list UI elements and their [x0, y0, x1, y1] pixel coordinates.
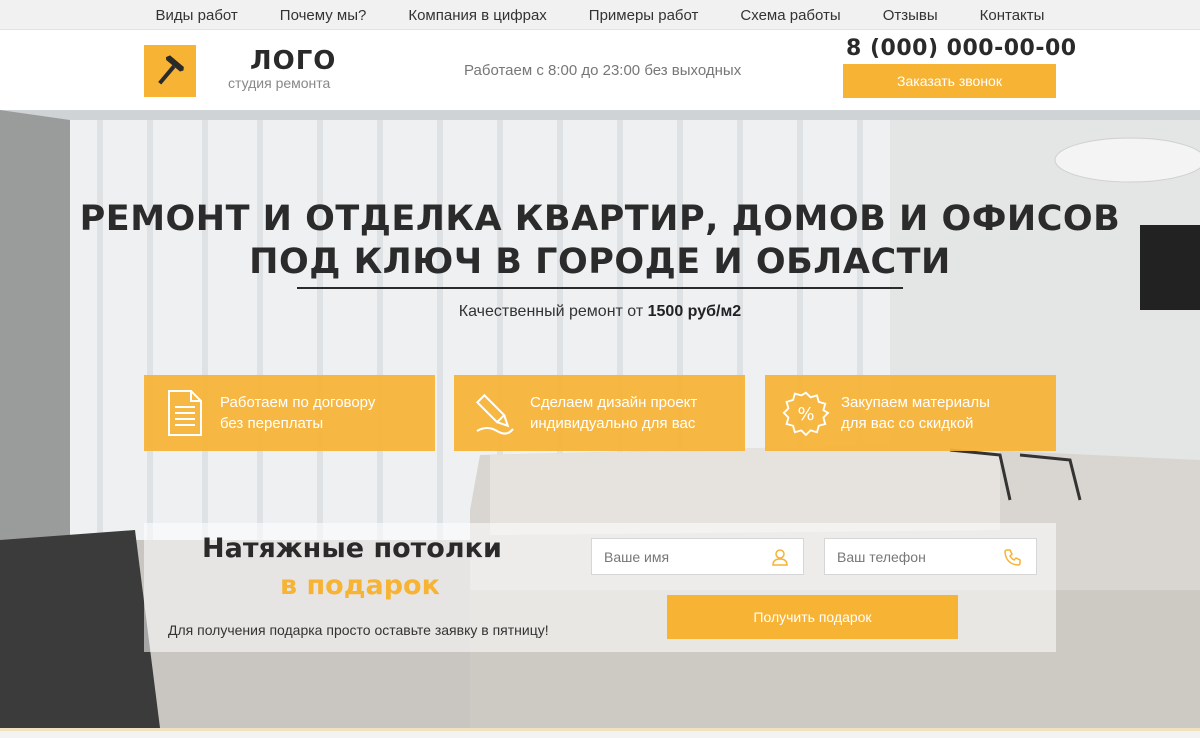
logo-title: ЛОГО [250, 46, 337, 76]
user-icon [762, 548, 798, 566]
hero-title-line2: ПОД КЛЮЧ В ГОРОДЕ И ОБЛАСТИ [249, 242, 951, 282]
phone-icon [995, 548, 1031, 566]
feature-text: Сделаем дизайн проект индивидуально для … [530, 392, 697, 434]
feature-line1: Работаем по договору [220, 394, 376, 411]
hero-divider [297, 287, 903, 289]
gift-note: Для получения подарка просто оставьте за… [168, 622, 549, 638]
feature-line2: без переплаты [220, 415, 324, 432]
hero-title: РЕМОНТ И ОТДЕЛКА КВАРТИР, ДОМОВ И ОФИСОВ… [0, 198, 1200, 284]
name-input[interactable] [592, 548, 762, 565]
logo-badge[interactable] [144, 45, 196, 97]
nav-item-portfolio[interactable]: Примеры работ [568, 7, 720, 24]
feature-card-contract: Работаем по договору без переплаты [144, 375, 435, 451]
name-field[interactable] [591, 538, 804, 575]
hero-title-line1: РЕМОНТ И ОТДЕЛКА КВАРТИР, ДОМОВ И ОФИСОВ [79, 199, 1121, 239]
feature-line1: Сделаем дизайн проект [530, 394, 698, 411]
feature-line2: для вас со скидкой [841, 415, 974, 432]
order-call-button[interactable]: Заказать звонок [843, 64, 1056, 98]
hero-subtitle-prefix: Качественный ремонт от [458, 303, 648, 320]
pen-icon [460, 375, 530, 451]
nav-item-contacts[interactable]: Контакты [959, 7, 1066, 24]
hero-subtitle: Качественный ремонт от 1500 руб/м2 [0, 303, 1200, 321]
nav-item-work-types[interactable]: Виды работ [135, 7, 259, 24]
feature-card-materials: % Закупаем материалы для вас со скидкой [765, 375, 1056, 451]
feature-line1: Закупаем материалы [841, 394, 990, 411]
nav-item-reviews[interactable]: Отзывы [862, 7, 959, 24]
feature-text: Работаем по договору без переплаты [220, 392, 375, 434]
top-nav: Виды работ Почему мы? Компания в цифрах … [0, 0, 1200, 30]
hero-subtitle-price: 1500 руб/м2 [647, 303, 742, 320]
percent-badge-icon: % [771, 375, 841, 451]
bottom-border [0, 728, 1200, 738]
hero-section: РЕМОНТ И ОТДЕЛКА КВАРТИР, ДОМОВ И ОФИСОВ… [0, 110, 1200, 728]
hammer-icon [158, 55, 184, 85]
phone-field[interactable] [824, 538, 1037, 575]
nav-item-why-us[interactable]: Почему мы? [259, 7, 388, 24]
feature-text: Закупаем материалы для вас со скидкой [841, 392, 990, 434]
working-hours: Работаем с 8:00 до 23:00 без выходных [464, 62, 742, 79]
site-header: ЛОГО студия ремонта Работаем с 8:00 до 2… [0, 30, 1200, 110]
phone-number[interactable]: 8 (000) 000-00-00 [846, 36, 1077, 61]
feature-card-design: Сделаем дизайн проект индивидуально для … [454, 375, 745, 451]
nav-item-work-scheme[interactable]: Схема работы [719, 7, 861, 24]
feature-line2: индивидуально для вас [530, 415, 696, 432]
get-gift-button[interactable]: Получить подарок [667, 595, 958, 639]
document-icon [150, 375, 220, 451]
phone-input[interactable] [825, 548, 995, 565]
nav-item-company-figures[interactable]: Компания в цифрах [387, 7, 567, 24]
gift-offer-panel: Натяжные потолки в подарок Для получения… [144, 523, 1056, 652]
logo-subtitle: студия ремонта [228, 75, 331, 91]
svg-text:%: % [797, 404, 814, 425]
gift-title: Натяжные потолки [202, 533, 502, 564]
gift-title-highlight: в подарок [280, 570, 440, 601]
